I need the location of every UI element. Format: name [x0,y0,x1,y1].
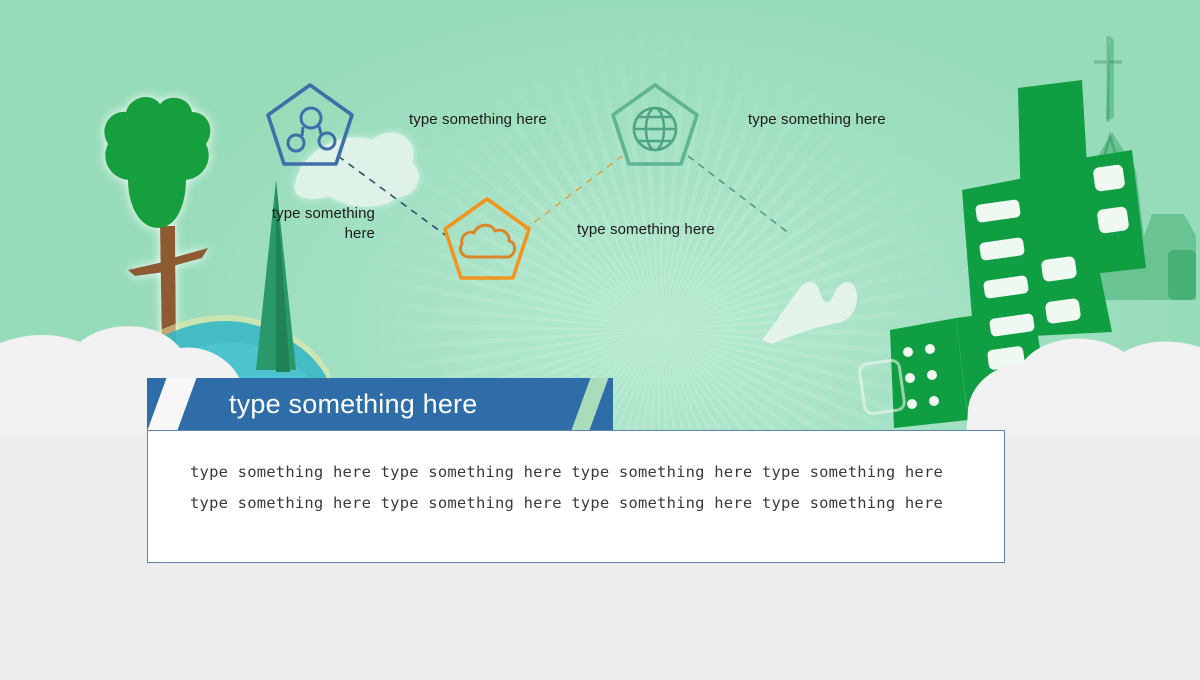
cloud-shape-left [294,132,419,207]
page-title: type something here [229,388,478,419]
slash-decoration-left [147,378,197,430]
node-globe-pentagon[interactable] [611,83,699,166]
title-bar[interactable]: type something here [147,378,613,430]
node-cloud-pentagon[interactable] [443,197,531,280]
content-card-body: type something here type something here … [190,463,944,512]
slide-canvas: type something here type something here … [0,0,1200,680]
illustration-scene: type something here type something here … [0,0,1200,435]
label-left: type something here [271,205,375,242]
globe-icon-strokes [632,106,678,152]
content-card[interactable]: type something here type something here … [147,430,1005,563]
label-top-left: type something here [409,111,547,128]
slash-decoration-right [571,378,609,430]
scene-artwork [0,36,1200,435]
label-center: type something here [577,221,715,238]
label-top-right: type something here [748,111,886,128]
cloud-icon [458,223,517,259]
connector-cloud-to-globe [523,155,623,231]
tree-icon [104,97,211,352]
node-share-pentagon[interactable] [266,83,354,166]
cloud-shape-center-right [762,281,858,344]
